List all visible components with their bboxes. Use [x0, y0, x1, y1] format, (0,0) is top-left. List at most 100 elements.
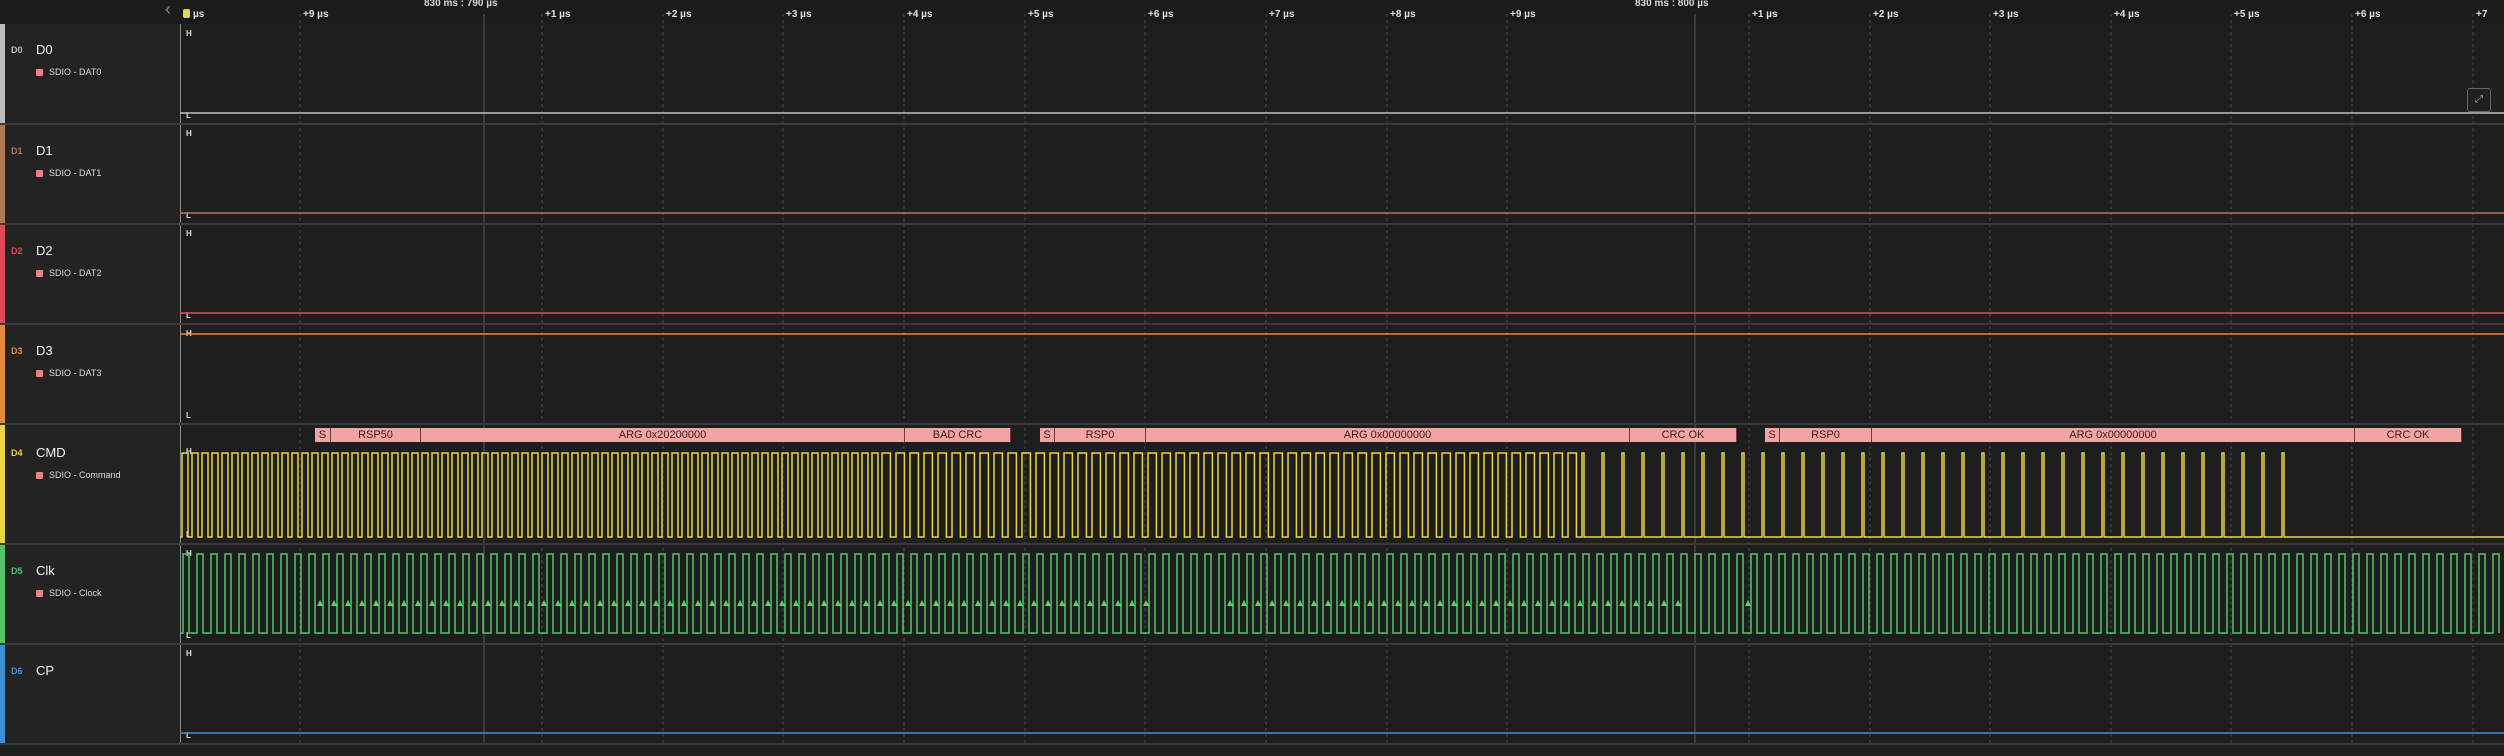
- sample-marker-icon: [653, 600, 659, 606]
- sample-marker-icon: [1353, 600, 1359, 606]
- waveform[interactable]: [180, 125, 2504, 225]
- sample-marker-icon: [1423, 600, 1429, 606]
- channel-label-panel[interactable]: D1 D1 SDIO - DAT1: [5, 125, 181, 223]
- sample-marker-icon: [1647, 600, 1653, 606]
- sample-marker-icon: [1395, 600, 1401, 606]
- channel-id: D3: [11, 346, 23, 356]
- sample-marker-icon: [471, 600, 477, 606]
- sample-marker-icon: [667, 600, 673, 606]
- sample-marker-icon: [765, 600, 771, 606]
- channel-name[interactable]: D2: [36, 243, 53, 258]
- sample-marker-icon: [499, 600, 505, 606]
- channel-name[interactable]: D1: [36, 143, 53, 158]
- sample-marker-icon: [1325, 600, 1331, 606]
- analyzer-label[interactable]: SDIO - DAT3: [36, 368, 101, 378]
- sample-marker-icon: [583, 600, 589, 606]
- signal-trace: [180, 553, 2500, 634]
- sample-marker-icon: [835, 600, 841, 606]
- sample-marker-icon: [821, 600, 827, 606]
- measure-tool-button[interactable]: ⤢: [2467, 88, 2491, 112]
- sample-marker-icon: [1045, 600, 1051, 606]
- sample-marker-icon: [1339, 600, 1345, 606]
- sample-marker-icon: [905, 600, 911, 606]
- channel-label-panel[interactable]: D2 D2 SDIO - DAT2: [5, 225, 181, 323]
- sample-marker-icon: [401, 600, 407, 606]
- analyzer-label[interactable]: SDIO - DAT1: [36, 168, 101, 178]
- sample-marker-icon: [1087, 600, 1093, 606]
- analyzer-label[interactable]: SDIO - DAT2: [36, 268, 101, 278]
- sample-marker-icon: [933, 600, 939, 606]
- channel-id: D6: [11, 666, 23, 676]
- waveform[interactable]: [180, 24, 2504, 125]
- sample-marker-icon: [1381, 600, 1387, 606]
- analyzer-color-icon: [36, 590, 43, 597]
- signal-trace: [180, 452, 2504, 538]
- channel-name[interactable]: CP: [36, 663, 54, 678]
- analyzer-color-icon: [36, 170, 43, 177]
- channel-id: D2: [11, 246, 23, 256]
- sample-marker-icon: [877, 600, 883, 606]
- channel-label-panel[interactable]: D5 Clk SDIO - Clock: [5, 545, 181, 643]
- channel-name[interactable]: CMD: [36, 445, 66, 460]
- analyzer-label[interactable]: SDIO - Command: [36, 470, 121, 480]
- sample-marker-icon: [961, 600, 967, 606]
- sample-marker-icon: [1451, 600, 1457, 606]
- analyzer-label[interactable]: SDIO - DAT0: [36, 67, 101, 77]
- sample-marker-icon: [1577, 600, 1583, 606]
- sample-marker-icon: [1269, 600, 1275, 606]
- sample-marker-icon: [1479, 600, 1485, 606]
- sample-marker-icon: [695, 600, 701, 606]
- channel-name[interactable]: D3: [36, 343, 53, 358]
- sample-marker-icon: [1017, 600, 1023, 606]
- analyzer-color-icon: [36, 472, 43, 479]
- analyzer-label[interactable]: SDIO - Clock: [36, 588, 102, 598]
- channel-label-panel[interactable]: D4 CMD SDIO - Command: [5, 425, 181, 543]
- waveform[interactable]: [180, 325, 2504, 425]
- waveform[interactable]: [180, 645, 2504, 745]
- sample-marker-icon: [317, 600, 323, 606]
- sample-marker-icon: [1605, 600, 1611, 606]
- sample-marker-icon: [415, 600, 421, 606]
- analyzer-color-icon: [36, 370, 43, 377]
- sample-marker-icon: [1549, 600, 1555, 606]
- analyzer-color-icon: [36, 270, 43, 277]
- sample-marker-icon: [1521, 600, 1527, 606]
- sample-marker-icon: [1563, 600, 1569, 606]
- channel-id: D4: [11, 448, 23, 458]
- sample-marker-icon: [373, 600, 379, 606]
- sample-marker-icon: [359, 600, 365, 606]
- sample-marker-icon: [947, 600, 953, 606]
- sample-marker-icon: [1227, 600, 1233, 606]
- sample-marker-icon: [555, 600, 561, 606]
- sample-marker-icon: [975, 600, 981, 606]
- analyzer-color-icon: [36, 69, 43, 76]
- channel-name[interactable]: Clk: [36, 563, 55, 578]
- channel-label-panel[interactable]: D6 CP: [5, 645, 181, 743]
- sample-marker-icon: [569, 600, 575, 606]
- sample-marker-icon: [443, 600, 449, 606]
- sample-marker-icon: [891, 600, 897, 606]
- sample-marker-icon: [1143, 600, 1149, 606]
- sample-marker-icon: [429, 600, 435, 606]
- sample-marker-icon: [1535, 600, 1541, 606]
- sample-marker-icon: [1465, 600, 1471, 606]
- channel-d6-cp: D6 CP H L: [0, 645, 2504, 745]
- channel-name[interactable]: D0: [36, 42, 53, 57]
- channel-d2: D2 D2 SDIO - DAT2 H L: [0, 225, 2504, 325]
- waveform[interactable]: [180, 425, 2504, 545]
- sample-marker-icon: [1493, 600, 1499, 606]
- channel-label-panel[interactable]: D0 D0 SDIO - DAT0: [5, 24, 181, 123]
- sample-marker-icon: [1003, 600, 1009, 606]
- sample-marker-icon: [751, 600, 757, 606]
- waveform[interactable]: [180, 545, 2504, 645]
- channel-id: D0: [11, 45, 23, 55]
- sample-marker-icon: [457, 600, 463, 606]
- sample-marker-icon: [1297, 600, 1303, 606]
- channel-d0: D0 D0 SDIO - DAT0 H L ⤢: [0, 24, 2504, 125]
- channel-label-panel[interactable]: D3 D3 SDIO - DAT3: [5, 325, 181, 423]
- sample-marker-icon: [611, 600, 617, 606]
- waveform[interactable]: [180, 225, 2504, 325]
- sample-marker-icon: [779, 600, 785, 606]
- sample-marker-icon: [1115, 600, 1121, 606]
- sample-marker-icon: [1311, 600, 1317, 606]
